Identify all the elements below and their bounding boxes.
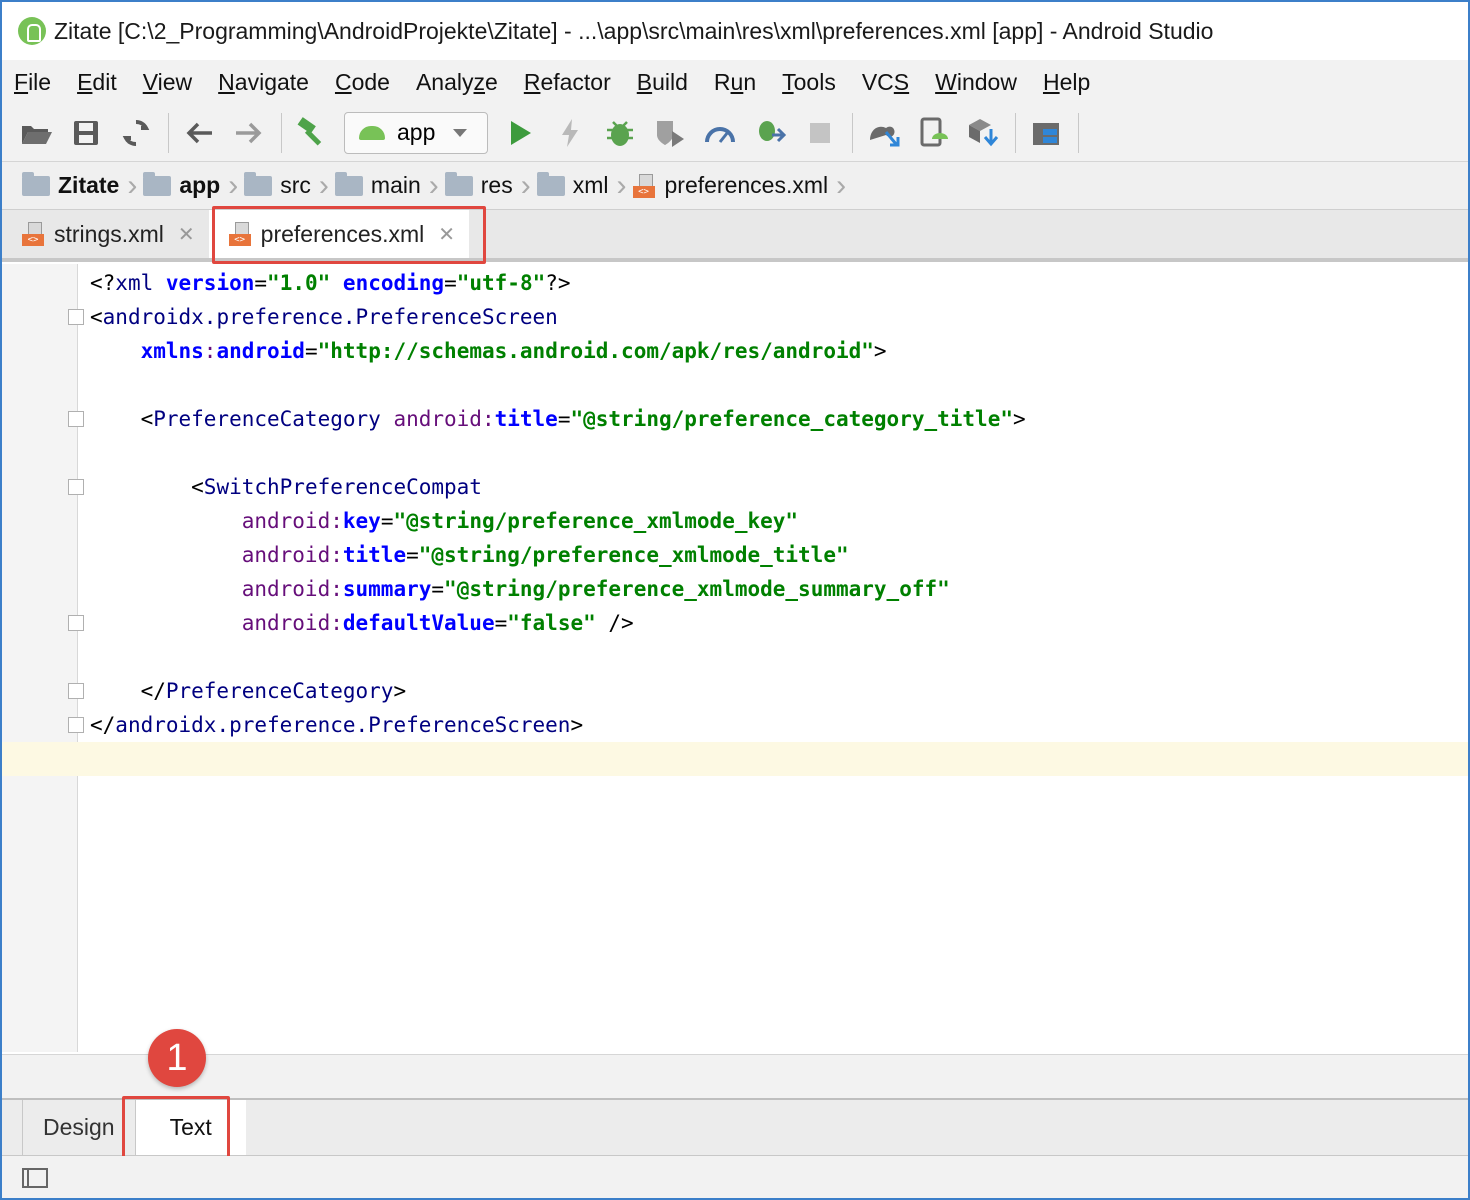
avd-manager-icon[interactable]	[915, 115, 951, 151]
code-line: <PreferenceCategory android:title="@stri…	[90, 407, 1026, 431]
menu-item[interactable]: File	[14, 69, 51, 96]
menu-item[interactable]: Run	[714, 69, 756, 96]
tab-design[interactable]: Design	[22, 1100, 135, 1155]
run-configuration-dropdown[interactable]: app	[344, 111, 488, 154]
code-line: </androidx.preference.PreferenceScreen>	[90, 713, 584, 737]
tab-preferences-xml[interactable]: <> preferences.xml ✕	[208, 210, 470, 258]
breadcrumb-main[interactable]: main ›	[334, 162, 439, 209]
menu-item[interactable]: Edit	[77, 69, 117, 96]
toolbar-separator	[1078, 112, 1079, 153]
tab-text[interactable]: Text	[134, 1100, 246, 1155]
forward-icon[interactable]	[231, 115, 267, 151]
toolbar-separator	[168, 112, 169, 153]
fold-marker-icon[interactable]	[68, 411, 84, 427]
tab-label: strings.xml	[54, 220, 164, 247]
stop-icon[interactable]	[802, 115, 838, 151]
breadcrumb-src[interactable]: src ›	[244, 162, 329, 209]
fold-marker-icon[interactable]	[68, 717, 84, 733]
breadcrumb-res[interactable]: res ›	[444, 162, 531, 209]
window-title: Zitate [C:\2_Programming\AndroidProjekte…	[54, 17, 1214, 44]
sdk-manager-icon[interactable]	[965, 115, 1001, 151]
editor-tabs: <> strings.xml ✕ <> preferences.xml ✕	[2, 210, 1468, 262]
project-structure-icon[interactable]	[1028, 115, 1064, 151]
gradle-sync-icon[interactable]	[865, 115, 901, 151]
menu-item[interactable]: Refactor	[524, 69, 611, 96]
menu-item[interactable]: Code	[335, 69, 390, 96]
xml-file-icon: <>	[22, 222, 54, 246]
toolbar-separator	[852, 112, 853, 153]
coverage-icon[interactable]	[652, 115, 688, 151]
run-icon[interactable]	[502, 115, 538, 151]
android-icon	[359, 125, 385, 140]
code-line: <SwitchPreferenceCompat	[90, 475, 482, 499]
close-icon[interactable]: ✕	[438, 222, 455, 247]
back-icon[interactable]	[181, 115, 217, 151]
code-line: android:defaultValue="false" />	[241, 611, 634, 635]
toolbar-separator	[1015, 112, 1016, 153]
navigation-breadcrumb: Zitate › app › src › main › res › xml › <> pre…	[2, 162, 1468, 210]
breadcrumb-preferences-xml[interactable]: <> preferences.xml ›	[632, 162, 846, 209]
save-icon[interactable]	[68, 115, 104, 151]
resource-folder-icon	[444, 171, 473, 196]
attach-debugger-icon[interactable]	[752, 115, 788, 151]
apply-changes-icon[interactable]	[552, 115, 588, 151]
chevron-down-icon	[453, 128, 468, 137]
step-number-badge: 1	[148, 1029, 206, 1087]
menu-item[interactable]: Help	[1043, 69, 1090, 96]
module-folder-icon	[143, 171, 172, 196]
code-line: <?xml version="1.0" encoding="utf-8"?>	[90, 271, 571, 295]
horizontal-scrollbar[interactable]	[2, 1054, 1468, 1098]
xml-file-icon: <>	[228, 222, 261, 246]
tab-strings-xml[interactable]: <> strings.xml ✕	[2, 210, 209, 258]
make-project-icon[interactable]	[294, 115, 330, 151]
editor-mode-tabs: Design Text	[2, 1098, 1468, 1156]
menu-item[interactable]: Navigate	[218, 69, 309, 96]
android-studio-window: Zitate [C:\2_Programming\AndroidProjekte…	[0, 0, 1470, 1200]
breadcrumb-module-app[interactable]: app ›	[143, 162, 238, 209]
xml-file-icon: <>	[632, 173, 657, 198]
breadcrumb-project-zitate[interactable]: Zitate ›	[22, 162, 137, 209]
main-toolbar: app	[2, 104, 1468, 162]
open-icon[interactable]	[18, 115, 54, 151]
close-icon[interactable]: ✕	[178, 222, 195, 247]
code-line: </PreferenceCategory>	[90, 679, 407, 703]
code-line: <androidx.preference.PreferenceScreen	[90, 305, 558, 329]
folder-icon	[244, 171, 273, 196]
code-line	[2, 742, 1468, 776]
title-bar: Zitate [C:\2_Programming\AndroidProjekte…	[2, 2, 1468, 60]
menu-item[interactable]: View	[143, 69, 192, 96]
run-configuration-label: app	[397, 119, 436, 145]
fold-marker-icon[interactable]	[68, 683, 84, 699]
profile-icon[interactable]	[702, 115, 738, 151]
code-line: android:summary="@string/preference_xmlm…	[241, 577, 950, 601]
code-line: xmlns:android="http://schemas.android.co…	[140, 339, 887, 363]
menu-item[interactable]: Build	[637, 69, 688, 96]
debug-icon[interactable]	[602, 115, 638, 151]
menu-item[interactable]: Tools	[782, 69, 836, 96]
fold-marker-icon[interactable]	[68, 309, 84, 325]
folder-icon	[536, 171, 565, 196]
code-line: android:title="@string/preference_xmlmod…	[241, 543, 849, 567]
menu-item[interactable]: VCS	[862, 69, 909, 96]
toolbar-separator	[281, 112, 282, 153]
fold-marker-icon[interactable]	[68, 615, 84, 631]
status-bar	[2, 1156, 1468, 1198]
fold-marker-icon[interactable]	[68, 479, 84, 495]
code-editor[interactable]: <?xml version="1.0" encoding="utf-8"?> <a…	[2, 264, 1468, 1054]
menu-item[interactable]: Window	[935, 69, 1017, 96]
code-line: android:key="@string/preference_xmlmode_…	[241, 509, 799, 533]
menu-item[interactable]: Analyze	[416, 69, 498, 96]
menu-bar: File Edit View Navigate Code Analyze Refactor B…	[2, 60, 1468, 104]
project-folder-icon	[22, 171, 50, 196]
toggle-tool-windows-icon[interactable]	[22, 1168, 48, 1188]
sync-icon[interactable]	[118, 115, 154, 151]
android-studio-logo-icon	[18, 17, 46, 45]
tab-label: preferences.xml	[260, 220, 425, 247]
breadcrumb-xml[interactable]: xml ›	[536, 162, 627, 209]
folder-icon	[334, 171, 363, 196]
